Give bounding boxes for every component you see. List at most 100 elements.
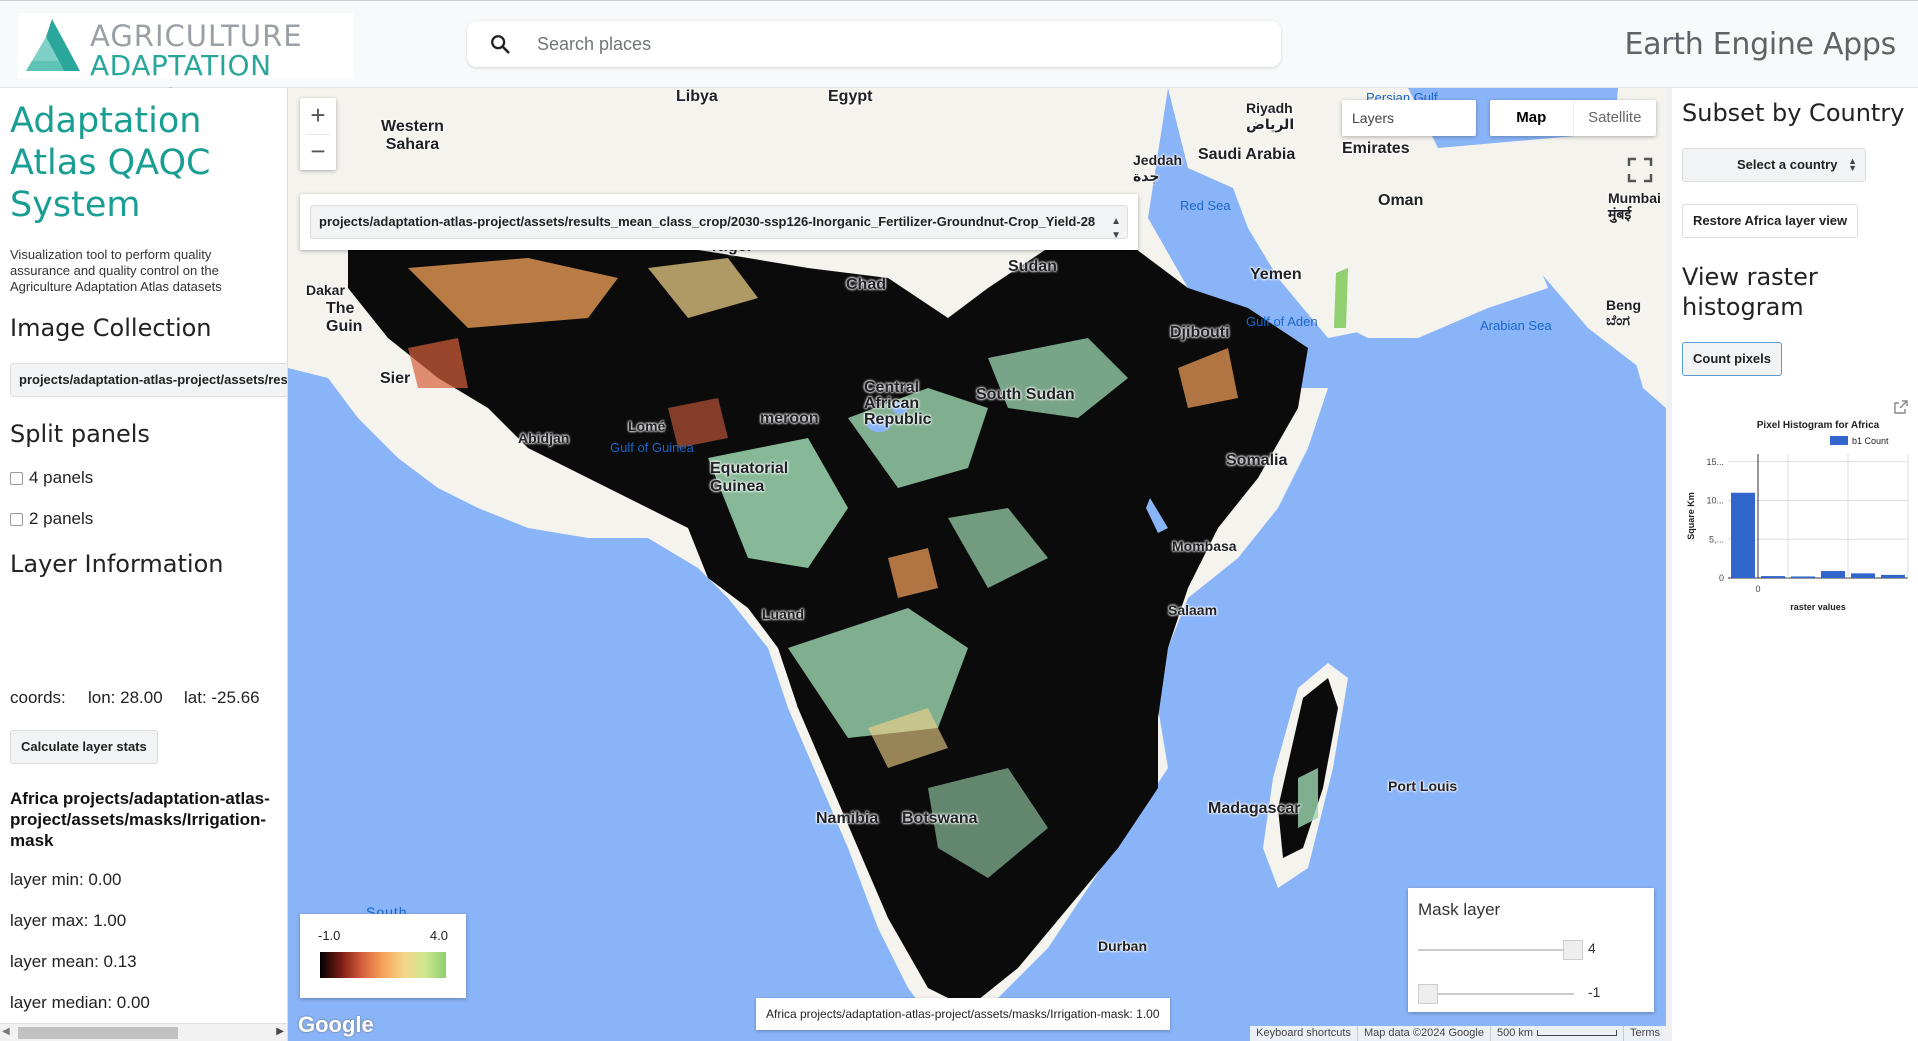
coords-lon: lon: 28.00 bbox=[88, 688, 163, 707]
search-icon[interactable] bbox=[489, 33, 511, 55]
place-label-mumbai: Mumbai मुंबई bbox=[1608, 190, 1661, 222]
place-label-sierra-leone: Sier bbox=[380, 370, 411, 387]
app-title: Adaptation Atlas QAQC System bbox=[10, 101, 211, 225]
place-label-yemen: Yemen bbox=[1250, 266, 1302, 283]
restore-africa-button[interactable]: Restore Africa layer view bbox=[1682, 204, 1859, 238]
map-data-credit: Map data ©2024 Google bbox=[1356, 1026, 1490, 1041]
map-type-control: Map Satellite bbox=[1490, 100, 1656, 136]
keyboard-shortcuts-link[interactable]: Keyboard shortcuts bbox=[1250, 1026, 1357, 1041]
histogram-bar bbox=[1731, 492, 1755, 578]
left-panel: Adaptation Atlas QAQC System Visualizati… bbox=[0, 88, 288, 1041]
atlas-logo[interactable]: AGRICULTURE ADAPTATION ATLAS bbox=[18, 13, 353, 115]
legend-min: -1.0 bbox=[318, 928, 341, 943]
water-label-arabian-sea: Arabian Sea bbox=[1480, 318, 1552, 333]
histogram-bar bbox=[1821, 571, 1845, 578]
open-external-icon[interactable] bbox=[1894, 400, 1908, 414]
scale-label: 500 km bbox=[1496, 1027, 1534, 1039]
water-label-red-sea: Red Sea bbox=[1180, 198, 1231, 213]
country-select-value: Select a country bbox=[1737, 157, 1838, 172]
app-description: Visualization tool to perform quality as… bbox=[10, 247, 222, 294]
x-tick-label: 0 bbox=[1755, 584, 1760, 594]
scale-bar[interactable]: 500 km bbox=[1489, 1026, 1623, 1041]
map-type-map-button[interactable]: Map bbox=[1490, 100, 1573, 136]
search-input[interactable] bbox=[537, 29, 1237, 59]
layer-info-heading: Layer Information bbox=[10, 550, 224, 578]
place-label-somalia: Somalia bbox=[1226, 452, 1288, 469]
asset-select-value: projects/adaptation-atlas-project/assets… bbox=[319, 214, 1096, 229]
histogram-bar bbox=[1761, 576, 1785, 578]
earth-engine-apps-title: Earth Engine Apps bbox=[1624, 27, 1897, 62]
mask-layer-title: Mask layer bbox=[1418, 900, 1501, 919]
legend-label: b1 Count bbox=[1852, 436, 1889, 446]
search-bar[interactable] bbox=[467, 21, 1281, 67]
scroll-right-icon[interactable]: ▶ bbox=[276, 1026, 284, 1037]
histogram-chart: Pixel Histogram for Africa b1 Count 0 5,...… bbox=[1686, 420, 1909, 612]
mask-slider-bottom-handle[interactable] bbox=[1418, 984, 1438, 1004]
zoom-divider bbox=[306, 134, 330, 135]
scroll-left-icon[interactable]: ◀ bbox=[2, 1026, 10, 1037]
place-label-the-gambia: The Guin bbox=[326, 300, 363, 335]
water-label-gulf-of-aden: Gulf of Aden bbox=[1246, 314, 1318, 329]
place-label-sudan: Sudan bbox=[1008, 258, 1057, 275]
place-label-lome: Lomé bbox=[628, 418, 666, 434]
legend-swatch bbox=[1830, 436, 1848, 445]
color-legend: -1.0 4.0 bbox=[300, 914, 466, 998]
map-attribution: Keyboard shortcuts Map data ©2024 Google… bbox=[1250, 1026, 1666, 1041]
atlas-logo-mark bbox=[26, 19, 80, 71]
x-axis-label: raster values bbox=[1790, 602, 1846, 612]
checkbox-box[interactable] bbox=[10, 512, 23, 526]
layer-name: Africa projects/adaptation-atlas-project… bbox=[10, 789, 270, 850]
select-arrows-icon: ▲ ▼ bbox=[1111, 216, 1121, 239]
map-type-satellite-button[interactable]: Satellite bbox=[1572, 100, 1657, 136]
checkbox-box[interactable] bbox=[10, 471, 23, 485]
mask-layer-panel: Mask layer 4 -1 bbox=[1408, 888, 1654, 1012]
layers-dropdown[interactable]: Layers bbox=[1342, 100, 1476, 136]
legend-color-bar bbox=[320, 952, 446, 978]
scrollbar-thumb[interactable] bbox=[18, 1027, 178, 1039]
mask-slider-bottom-track[interactable] bbox=[1418, 993, 1574, 995]
count-pixels-button[interactable]: Count pixels bbox=[1682, 342, 1783, 376]
checkbox-2-panels[interactable]: 2 panels bbox=[10, 509, 93, 529]
y-tick-label: 10... bbox=[1706, 496, 1724, 506]
y-tick-label: 0 bbox=[1719, 573, 1724, 583]
app-header: AGRICULTURE ADAPTATION ATLAS Earth Engin… bbox=[0, 0, 1918, 115]
place-label-cameroon: meroon bbox=[760, 410, 819, 427]
zoom-in-button[interactable]: + bbox=[300, 98, 336, 134]
place-label-emirates: Emirates bbox=[1342, 140, 1410, 157]
place-label-riyadh: Riyadh الرياض bbox=[1246, 100, 1295, 132]
fullscreen-icon[interactable] bbox=[1626, 156, 1654, 184]
asset-select[interactable]: projects/adaptation-atlas-project/assets… bbox=[310, 205, 1128, 239]
place-label-chad: Chad bbox=[846, 276, 886, 293]
place-label-abidjan: Abidjan bbox=[518, 430, 570, 446]
terms-link[interactable]: Terms bbox=[1623, 1026, 1666, 1041]
country-select[interactable]: Select a country ▲ ▼ bbox=[1682, 148, 1866, 182]
mask-slider-bottom-value: -1 bbox=[1588, 984, 1601, 1000]
image-collection-input[interactable]: projects/adaptation-atlas-project/assets… bbox=[10, 363, 287, 397]
legend-max: 4.0 bbox=[429, 928, 448, 943]
histogram-bar bbox=[1791, 576, 1815, 578]
place-label-south-sudan: South Sudan bbox=[976, 386, 1075, 403]
layer-median: layer median: 0.00 bbox=[10, 993, 150, 1012]
mask-slider-top-handle[interactable] bbox=[1563, 940, 1583, 960]
place-label-djibouti: Djibouti bbox=[1170, 324, 1230, 341]
map-canvas[interactable]: Libya Egypt Western Sahara Riyadh الرياض… bbox=[288, 88, 1666, 1041]
asset-select-panel: projects/adaptation-atlas-project/assets… bbox=[300, 194, 1138, 250]
split-panels-heading: Split panels bbox=[10, 420, 150, 448]
horizontal-scrollbar[interactable]: ◀ ▶ bbox=[0, 1023, 287, 1041]
place-label-libya: Libya bbox=[676, 88, 718, 105]
coords-lat: lat: -25.66 bbox=[184, 688, 260, 707]
zoom-out-button[interactable]: − bbox=[300, 134, 336, 170]
place-label-western-sahara: Western Sahara bbox=[381, 118, 444, 153]
checkbox-4-panels[interactable]: 4 panels bbox=[10, 468, 93, 488]
place-label-luanda: Luand bbox=[762, 606, 804, 622]
checkbox-label: 4 panels bbox=[29, 468, 94, 487]
y-tick-label: 15... bbox=[1706, 457, 1724, 467]
google-logo[interactable]: Google bbox=[298, 1012, 374, 1038]
calculate-stats-button[interactable]: Calculate layer stats bbox=[10, 730, 158, 764]
place-label-mombasa: Mombasa bbox=[1172, 538, 1237, 554]
mask-slider-top-track[interactable] bbox=[1418, 949, 1574, 951]
checkbox-label: 2 panels bbox=[29, 509, 94, 528]
layer-mean: layer mean: 0.13 bbox=[10, 952, 137, 971]
mask-slider-top-value: 4 bbox=[1588, 940, 1596, 956]
histogram-bar bbox=[1851, 573, 1875, 578]
